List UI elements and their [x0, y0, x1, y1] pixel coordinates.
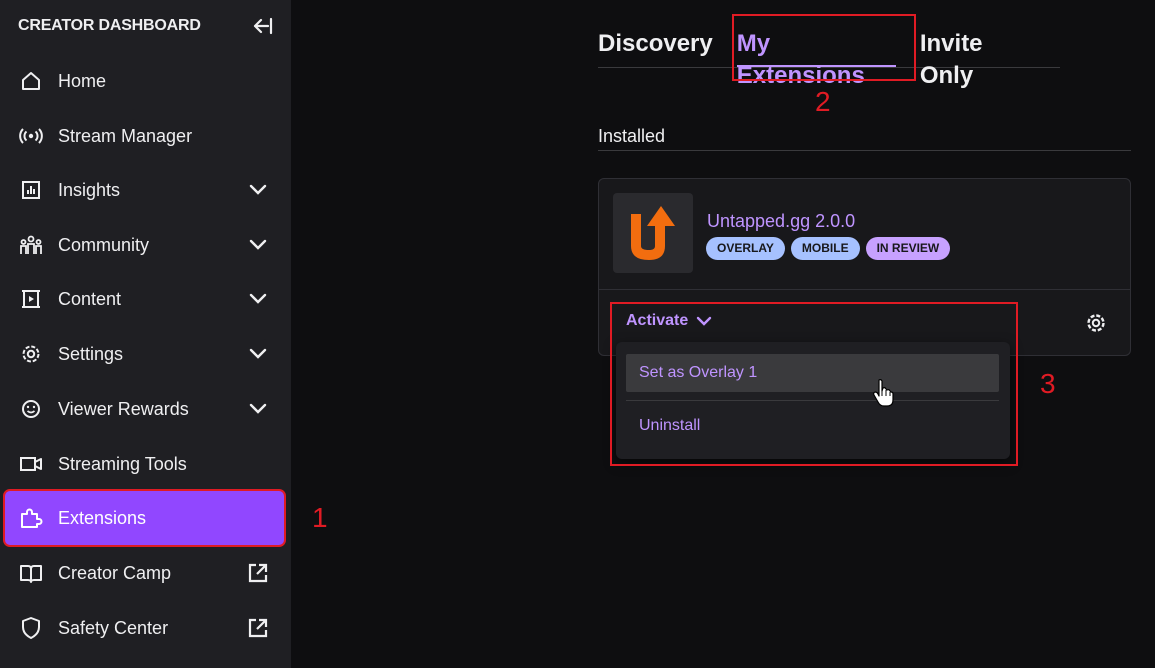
sidebar-item-label: Safety Center	[58, 617, 169, 638]
community-icon	[18, 232, 44, 258]
sidebar: CREATOR DASHBOARD Home Stream Manager In…	[0, 0, 291, 668]
sidebar-item-label: Home	[58, 70, 107, 91]
collapse-sidebar-icon[interactable]	[250, 15, 274, 37]
tab-discovery[interactable]: Discovery	[598, 28, 713, 66]
gear-icon	[18, 341, 44, 367]
section-heading-installed: Installed	[598, 126, 666, 146]
sidebar-item-insights[interactable]: Insights	[4, 162, 285, 218]
badge-row: OVERLAY MOBILE IN REVIEW	[706, 237, 951, 260]
sidebar-item-label: Streaming Tools	[58, 453, 187, 474]
puzzle-icon	[18, 505, 44, 531]
highlight-box-dropdown	[610, 302, 1018, 466]
sidebar-title: CREATOR DASHBOARD	[18, 17, 201, 34]
chevron-down-icon	[245, 396, 271, 422]
gear-icon[interactable]	[1084, 311, 1108, 335]
sidebar-item-extensions[interactable]: Extensions	[3, 489, 286, 547]
chevron-down-icon	[245, 177, 271, 203]
broadcast-icon	[18, 123, 44, 149]
sidebar-item-stream-manager[interactable]: Stream Manager	[4, 108, 285, 164]
tab-invite-only[interactable]: Invite Only	[920, 28, 1036, 89]
annotation-1: 1	[312, 502, 328, 533]
sidebar-item-label: Content	[58, 288, 122, 309]
extension-logo	[613, 193, 693, 273]
badge-mobile: MOBILE	[790, 237, 860, 260]
chevron-down-icon	[245, 232, 271, 258]
sidebar-item-label: Extensions	[58, 507, 147, 528]
sidebar-item-label: Community	[58, 234, 150, 255]
sidebar-item-home[interactable]: Home	[4, 53, 285, 109]
sidebar-item-safety-center[interactable]: Safety Center	[4, 600, 285, 656]
chevron-down-icon	[245, 286, 271, 312]
sidebar-header: CREATOR DASHBOARD	[18, 15, 274, 37]
rewards-icon	[18, 396, 44, 422]
home-icon	[18, 68, 44, 94]
external-link-icon	[245, 560, 271, 586]
external-link-icon	[245, 615, 271, 641]
sidebar-item-label: Insights	[58, 179, 121, 200]
annotation-3: 3	[1040, 368, 1056, 399]
sidebar-item-content[interactable]: Content	[4, 271, 285, 327]
camera-icon	[18, 451, 44, 477]
sidebar-item-label: Stream Manager	[58, 125, 193, 146]
badge-overlay: OVERLAY	[706, 237, 785, 260]
section-divider	[598, 150, 1131, 151]
sidebar-item-viewer-rewards[interactable]: Viewer Rewards	[4, 381, 285, 437]
card-divider	[599, 289, 1130, 290]
highlight-box-tab	[732, 14, 916, 81]
sidebar-item-label: Viewer Rewards	[58, 398, 189, 419]
hand-cursor-icon	[873, 379, 894, 407]
chevron-down-icon	[245, 341, 271, 367]
insights-icon	[18, 177, 44, 203]
shield-icon	[18, 615, 44, 641]
sidebar-item-settings[interactable]: Settings	[4, 326, 285, 382]
sidebar-item-label: Settings	[58, 343, 124, 364]
sidebar-item-community[interactable]: Community	[4, 217, 285, 273]
badge-in-review: IN REVIEW	[865, 237, 951, 260]
book-icon	[18, 560, 44, 586]
sidebar-item-label: Creator Camp	[58, 562, 172, 583]
content-icon	[18, 286, 44, 312]
extension-name[interactable]: Untapped.gg 2.0.0	[707, 211, 855, 232]
sidebar-item-creator-camp[interactable]: Creator Camp	[4, 545, 285, 601]
sidebar-item-streaming-tools[interactable]: Streaming Tools	[4, 436, 285, 492]
